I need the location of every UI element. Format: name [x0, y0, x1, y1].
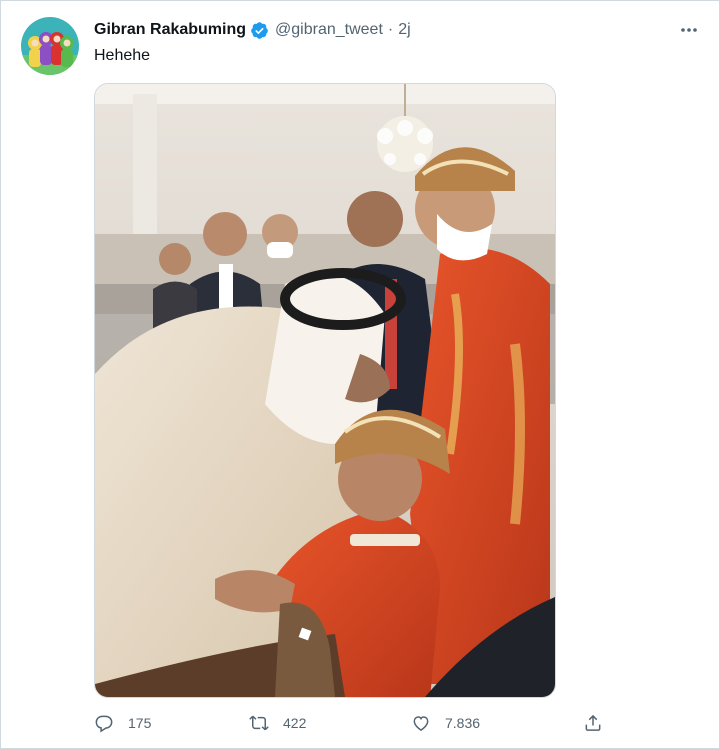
reply-icon [95, 715, 113, 733]
author-name[interactable]: Gibran Rakabuming [94, 21, 246, 39]
retweet-count: 422 [283, 715, 307, 731]
retweet-icon [249, 715, 269, 731]
retweet-button[interactable]: 422 [249, 713, 306, 733]
tweet-card[interactable]: Gibran Rakabuming @gibran_tweet · 2j Heh… [0, 0, 720, 749]
like-button[interactable]: 7.836 [411, 713, 480, 733]
avatar[interactable] [21, 17, 79, 75]
verified-badge-icon [251, 21, 268, 39]
author-handle[interactable]: @gibran_tweet [275, 21, 383, 39]
tweet-header: Gibran Rakabuming @gibran_tweet · 2j [94, 19, 411, 41]
reply-count: 175 [128, 715, 152, 731]
like-count: 7.836 [445, 715, 481, 731]
tweet-time[interactable]: 2j [398, 21, 410, 39]
avatar-image [21, 17, 79, 75]
photo-image [95, 84, 555, 697]
like-icon [413, 716, 429, 731]
more-icon [681, 28, 697, 32]
more-button[interactable] [677, 19, 701, 41]
separator-dot: · [387, 21, 394, 38]
share-icon [585, 714, 601, 731]
tweet-text: Hehehe [94, 47, 151, 64]
reply-button[interactable]: 175 [94, 713, 151, 733]
tweet-photo[interactable] [94, 83, 556, 698]
action-bar: 175 422 7.836 [94, 705, 614, 745]
share-button[interactable] [583, 713, 603, 733]
